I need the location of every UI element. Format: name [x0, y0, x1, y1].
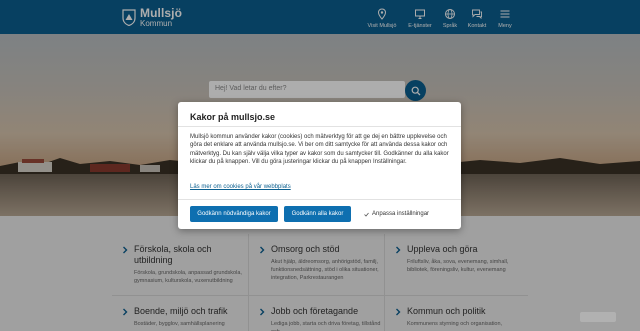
accept-all-button[interactable]: Godkänn alla kakor — [284, 206, 351, 222]
cookies-info-link[interactable]: Läs mer om cookies på vår webbplats — [190, 184, 291, 190]
watermark — [580, 312, 616, 322]
accept-necessary-button[interactable]: Godkänn nödvändiga kakor — [190, 206, 278, 222]
cookie-consent-dialog: Kakor på mullsjo.se Mullsjö kommun använ… — [178, 102, 461, 229]
customize-label: Anpassa inställningar — [372, 211, 430, 217]
check-icon — [364, 212, 369, 217]
customize-settings-button[interactable]: Anpassa inställningar — [364, 206, 429, 222]
dialog-body-text: Mullsjö kommun använder kakor (cookies) … — [190, 134, 449, 166]
divider — [178, 126, 461, 127]
dialog-title: Kakor på mullsjo.se — [190, 112, 276, 122]
divider — [178, 199, 461, 200]
